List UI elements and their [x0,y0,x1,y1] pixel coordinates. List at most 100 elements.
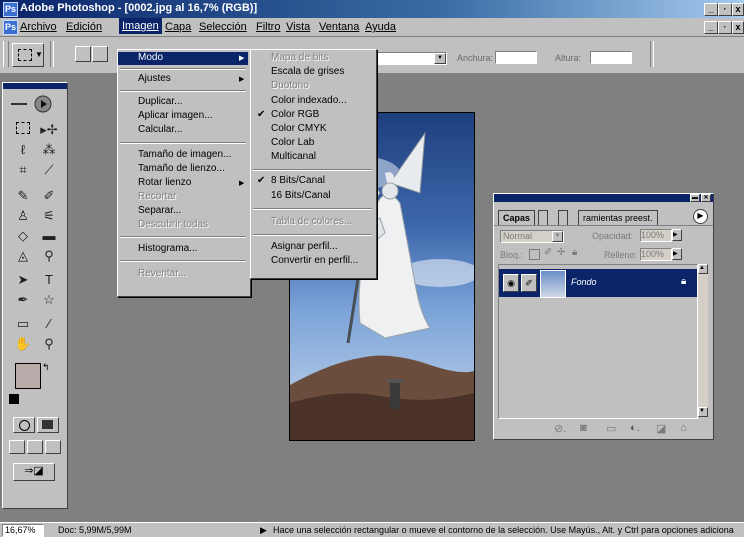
menu-item-histograma[interactable]: Histograma... [118,243,248,256]
menu-vista[interactable]: Vista [286,21,310,33]
palette-titlebar[interactable]: ▬ ✕ [494,194,713,202]
restore-button[interactable]: · [718,3,732,16]
document-icon[interactable]: Ps [3,20,18,35]
tab-channels[interactable] [538,210,548,225]
menu-item-color-indexado[interactable]: Color indexado... [251,95,374,108]
lasso-tool-icon[interactable]: ℓ [9,141,37,159]
screen-mode-full-button[interactable] [45,440,61,454]
chevron-down-icon[interactable]: ▼ [552,231,563,242]
screen-mode-standard-button[interactable] [9,440,25,454]
tool-preset-picker[interactable]: ▼ [12,43,44,67]
doc-restore-button[interactable]: · [718,21,732,34]
palette-menu-icon[interactable]: ▶ [693,209,708,224]
adjustment-layer-icon[interactable]: ◐. [630,422,640,434]
close-button[interactable]: x [732,3,744,16]
menu-item-tamano-imagen[interactable]: Tamaño de imagen... [118,149,248,162]
crop-tool-icon[interactable]: ⌗ [9,161,37,179]
lock-all-icon[interactable]: 🔒︎ [572,247,577,258]
menu-item-modo[interactable]: Modo ▶ [118,52,248,65]
layer-thumbnail[interactable] [540,270,566,298]
menu-item-rotar-lienzo[interactable]: Rotar lienzo ▶ [118,177,248,190]
trash-icon[interactable]: ⌂ [680,422,687,434]
default-colors-icon[interactable] [9,394,19,404]
menu-item-escala-grises[interactable]: Escala de grises [251,66,374,79]
jump-to-imageready-button[interactable]: ⇒◪ [13,463,55,481]
menu-seleccion[interactable]: Selección [199,21,247,33]
menu-item-reventar[interactable]: Reventar... [118,268,248,281]
menu-imagen[interactable]: Imagen [119,18,162,34]
layer-style-icon[interactable]: ⊘. [554,422,566,435]
menu-item-color-lab[interactable]: Color Lab [251,137,374,150]
menu-item-color-rgb[interactable]: ✔ Color RGB [251,109,374,122]
swap-colors-icon[interactable]: ↰ [42,362,50,373]
layer-row-fondo[interactable]: ◉ ✐ Fondo 🔒︎ [499,269,697,298]
tab-paths[interactable] [558,210,568,225]
palette-close-button[interactable]: ✕ [701,194,711,202]
blur-tool-icon[interactable]: ◬ [9,247,37,265]
menu-item-convertir-perfil[interactable]: Convertir en perfil... [251,255,374,268]
pen-tool-icon[interactable]: ✒ [9,291,37,309]
notes-tool-icon[interactable]: ▭ [9,315,37,333]
menu-item-16-bits-canal[interactable]: 16 Bits/Canal [251,190,374,203]
foreground-color-swatch[interactable] [15,363,41,389]
fill-slider-button[interactable]: ▶ [672,248,682,260]
layer-name[interactable]: Fondo [571,277,597,287]
menu-item-ajustes[interactable]: Ajustes ▶ [118,73,248,86]
menu-edicion[interactable]: Edición [66,21,102,33]
menu-item-duplicar[interactable]: Duplicar... [118,96,248,109]
tab-capas[interactable]: Capas [498,210,536,225]
tab-herramientas-preest[interactable]: ramientas preest. [578,210,658,225]
visibility-eye-icon[interactable]: ◉ [503,274,519,292]
zoom-field[interactable]: 16,67% [2,524,44,537]
menu-item-mapa-de-bits[interactable]: Mapa de bits [251,52,374,65]
menu-item-recortar[interactable]: Recortar [118,191,248,204]
marquee-tool-icon[interactable] [9,121,37,139]
menu-item-8-bits-canal[interactable]: ✔ 8 Bits/Canal [251,175,374,188]
lock-transparency-checkbox[interactable] [529,249,540,260]
standard-mode-button[interactable] [13,417,35,433]
menu-item-color-cmyk[interactable]: Color CMYK [251,123,374,136]
quick-mask-mode-button[interactable] [37,417,59,433]
menu-capa[interactable]: Capa [165,21,191,33]
path-selection-tool-icon[interactable]: ➤ [9,271,37,289]
opacity-input[interactable]: 100% [640,229,672,242]
menu-archivo[interactable]: Archivo [20,21,57,33]
new-layer-icon[interactable]: ◪ [656,422,666,435]
healing-brush-tool-icon[interactable]: ✎ [9,187,37,205]
chevron-down-icon[interactable]: ▼ [434,53,446,64]
layers-scrollbar[interactable]: ▲ ▼ [698,264,708,417]
lock-brush-icon[interactable]: ✐ [544,247,552,258]
menu-item-tabla-colores[interactable]: Tabla de colores... [251,216,374,229]
zoom-tool-icon[interactable]: ⚲ [35,335,63,353]
height-input[interactable] [590,51,632,64]
eraser-tool-icon[interactable]: ◇ [9,227,37,245]
clone-stamp-tool-icon[interactable]: ♙ [9,207,37,225]
palette-minimize-button[interactable]: ▬ [690,194,700,202]
adobe-online-icon[interactable] [9,93,59,115]
menu-item-aplicar-imagen[interactable]: Aplicar imagen... [118,110,248,123]
hand-tool-icon[interactable]: ✋ [9,335,37,353]
add-selection-button[interactable] [92,46,108,62]
minimize-button[interactable]: _ [704,3,718,16]
menu-ayuda[interactable]: Ayuda [365,21,396,33]
scroll-up-button[interactable]: ▲ [698,264,708,274]
doc-size[interactable]: Doc: 5,99M/5,99M [58,525,132,535]
menu-item-asignar-perfil[interactable]: Asignar perfil... [251,241,374,254]
opacity-slider-button[interactable]: ▶ [672,229,682,241]
blend-mode-select[interactable]: Normal ▼ [500,230,564,243]
shape-tool-icon[interactable]: ☆ [35,291,63,309]
menu-item-tamano-lienzo[interactable]: Tamaño de lienzo... [118,163,248,176]
new-set-icon[interactable]: ▭ [606,422,616,435]
eyedropper-tool-icon[interactable]: ⁄ [35,315,63,333]
link-brush-icon[interactable]: ✐ [521,274,537,292]
scroll-down-button[interactable]: ▼ [698,407,708,417]
width-input[interactable] [495,51,537,64]
menu-item-duotono[interactable]: Duotono [251,80,374,93]
move-tool-icon[interactable]: ▸✢ [35,121,63,139]
menu-item-calcular[interactable]: Calcular... [118,124,248,137]
brush-tool-icon[interactable]: ✐ [35,187,63,205]
magic-wand-tool-icon[interactable]: ⁂ [35,141,63,159]
history-brush-tool-icon[interactable]: ⚟ [35,207,63,225]
gradient-tool-icon[interactable]: ▬ [35,227,63,245]
toolbox-header[interactable] [3,83,67,89]
